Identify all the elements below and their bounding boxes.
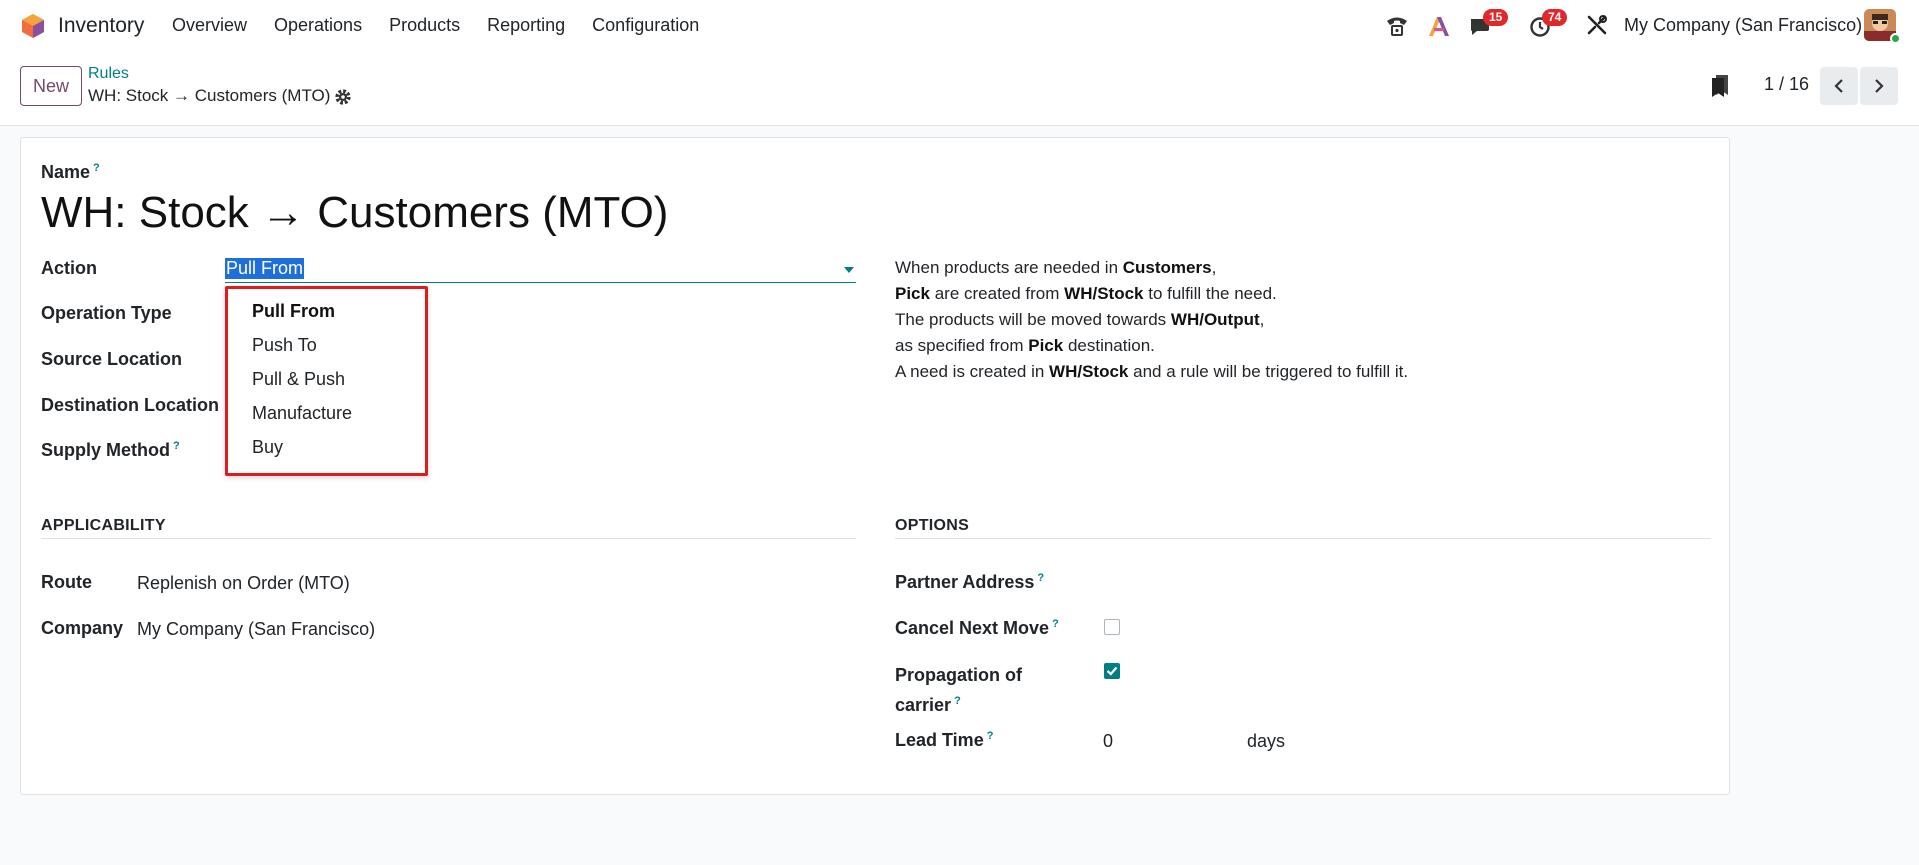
help-tooltip-icon[interactable]: ? <box>173 440 180 452</box>
rule-name-input[interactable]: WH: Stock → Customers (MTO) <box>41 188 668 238</box>
action-selected-value[interactable]: Pull From <box>225 258 305 279</box>
bookmark-icon[interactable] <box>1710 74 1730 98</box>
help-tooltip-icon[interactable]: ? <box>987 730 994 742</box>
lead-time-unit: days <box>1247 731 1286 751</box>
route-value[interactable]: Replenish on Order (MTO) <box>137 573 350 594</box>
chevron-right-icon <box>1875 79 1884 93</box>
action-dropdown-menu: Pull From Push To Pull & Push Manufactur… <box>225 286 428 476</box>
form-sheet: Name? WH: Stock → Customers (MTO) Action… <box>20 137 1730 795</box>
company-label: Company <box>41 618 124 638</box>
help-tooltip-icon[interactable]: ? <box>93 162 100 174</box>
control-panel: New Rules WH: Stock → Customers (MTO) 1 … <box>0 52 1919 126</box>
help-tooltip-icon[interactable]: ? <box>1037 572 1044 584</box>
menu-operations[interactable]: Operations <box>274 15 362 36</box>
menu-products[interactable]: Products <box>389 15 460 36</box>
route-label: Route <box>41 572 92 592</box>
top-navbar: Inventory Overview Operations Products R… <box>0 0 1919 52</box>
options-section-title: OPTIONS <box>895 517 970 534</box>
rule-help-text: When products are needed in Customers, P… <box>895 258 1409 381</box>
debug-tools-icon[interactable] <box>1582 10 1612 40</box>
menu-reporting[interactable]: Reporting <box>487 15 565 36</box>
breadcrumb-current-record: WH: Stock → Customers (MTO) <box>88 86 331 105</box>
pager-next-button[interactable] <box>1860 67 1898 105</box>
section-divider <box>41 538 856 539</box>
activities-badge: 74 <box>1542 9 1568 26</box>
section-divider <box>895 538 1711 539</box>
action-select[interactable]: Pull From <box>225 256 856 283</box>
action-label: Action <box>41 258 97 278</box>
help-tooltip-icon[interactable]: ? <box>954 695 961 707</box>
presence-status-icon <box>1890 33 1901 44</box>
source-location-label: Source Location <box>41 349 183 369</box>
breadcrumb-rules[interactable]: Rules <box>88 65 129 83</box>
operation-type-label: Operation Type <box>41 303 172 323</box>
pager-value[interactable]: 1 / 16 <box>1764 74 1809 95</box>
company-switcher[interactable]: My Company (San Francisco) <box>1624 15 1862 36</box>
messages-badge: 15 <box>1483 9 1509 26</box>
help-tooltip-icon[interactable]: ? <box>1052 618 1059 630</box>
action-option-push-to[interactable]: Push To <box>252 335 317 356</box>
company-value[interactable]: My Company (San Francisco) <box>137 619 375 640</box>
lead-time-input[interactable]: 0 <box>1103 731 1113 752</box>
propagation-of-carrier-checkbox[interactable] <box>1104 663 1120 679</box>
pager-previous-button[interactable] <box>1820 67 1858 105</box>
destination-location-label: Destination Location <box>41 395 220 415</box>
action-option-pull-push[interactable]: Pull & Push <box>252 369 345 390</box>
propagation-of-carrier-label: Propagation of carrier? <box>895 665 1022 715</box>
app-name[interactable]: Inventory <box>58 14 144 38</box>
action-option-pull-from[interactable]: Pull From <box>252 301 335 322</box>
applicability-section-title: APPLICABILITY <box>41 517 166 534</box>
partner-address-label: Partner Address? <box>895 572 1045 592</box>
name-label: Name? <box>41 162 100 182</box>
gear-icon[interactable] <box>334 88 352 106</box>
lead-time-label: Lead Time? <box>895 730 994 750</box>
phone-icon[interactable] <box>1382 11 1412 41</box>
menu-overview[interactable]: Overview <box>172 15 247 36</box>
chevron-left-icon <box>1834 79 1843 93</box>
new-button[interactable]: New <box>20 66 82 106</box>
action-option-manufacture[interactable]: Manufacture <box>252 403 352 424</box>
action-option-buy[interactable]: Buy <box>252 437 283 458</box>
cancel-next-move-label: Cancel Next Move? <box>895 618 1059 638</box>
supply-method-label: Supply Method? <box>41 440 180 460</box>
menu-configuration[interactable]: Configuration <box>592 15 699 36</box>
checkmark-icon <box>1106 666 1118 676</box>
ai-assistant-icon[interactable] <box>1424 11 1454 41</box>
caret-down-icon[interactable] <box>844 267 854 273</box>
inventory-app-icon[interactable] <box>20 13 46 39</box>
main-menu: Overview Operations Products Reporting C… <box>172 15 726 36</box>
cancel-next-move-checkbox[interactable] <box>1104 619 1120 635</box>
